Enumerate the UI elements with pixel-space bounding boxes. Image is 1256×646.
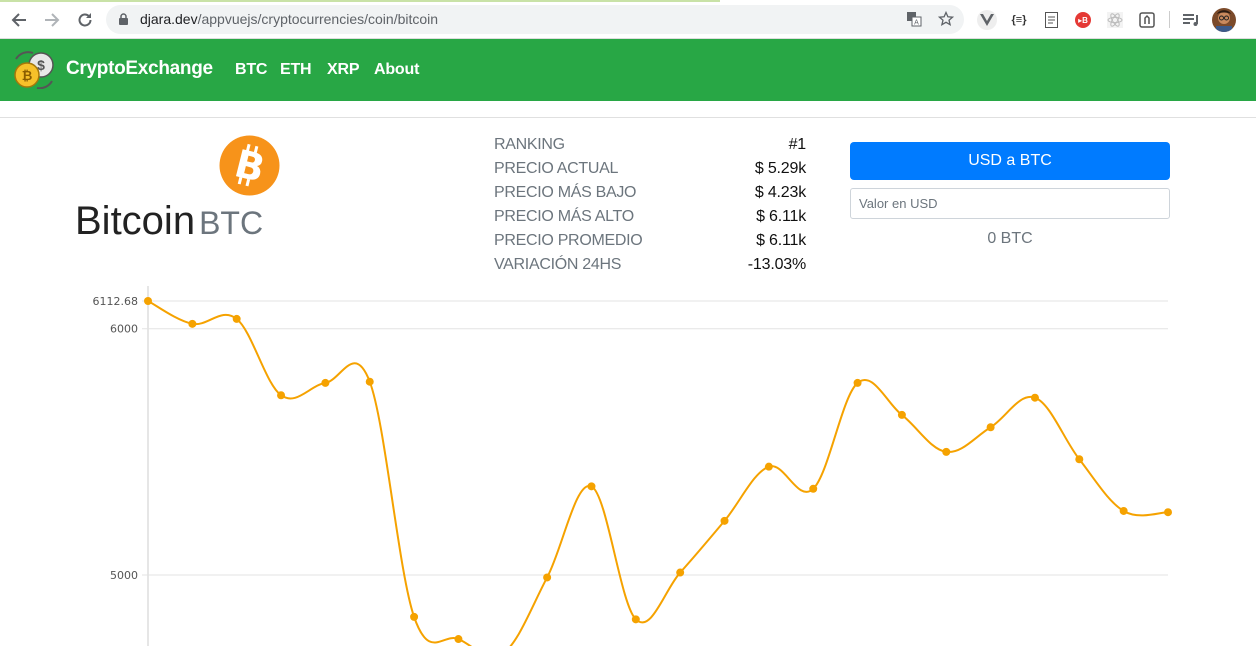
price-data-point[interactable] xyxy=(631,615,640,624)
price-data-point[interactable] xyxy=(1119,506,1128,515)
hbo-icon[interactable]: ▸B xyxy=(1073,10,1093,30)
stat-label: VARIACIÓN 24HS xyxy=(494,256,622,273)
stat-value: #1 xyxy=(788,136,807,153)
price-data-point[interactable] xyxy=(1075,455,1084,464)
y-tick-label: 5000 xyxy=(110,569,138,582)
document-icon[interactable] xyxy=(1041,10,1061,30)
price-data-point[interactable] xyxy=(897,410,906,419)
coin-stats-table: RANKING #1 PRECIO ACTUAL $ 5.29k PRECIO MÁ… xyxy=(494,136,806,280)
forward-icon[interactable] xyxy=(41,9,63,31)
price-series-line xyxy=(147,300,1169,646)
price-data-point[interactable] xyxy=(720,516,729,525)
address-bar[interactable]: djara.dev/appvuejs/cryptocurrencies/coin… xyxy=(106,5,964,34)
svg-text:▸B: ▸B xyxy=(1078,16,1088,25)
stat-label: PRECIO MÁS ALTO xyxy=(494,208,634,225)
stat-label: PRECIO PROMEDIO xyxy=(494,232,643,249)
url-domain: djara.dev xyxy=(140,11,198,27)
lighthouse-icon[interactable] xyxy=(1137,10,1157,30)
toolbar-separator xyxy=(1169,11,1170,28)
stat-label: PRECIO ACTUAL xyxy=(494,160,619,177)
stat-row: PRECIO MÁS BAJO $ 4.23k xyxy=(494,184,806,208)
bitcoin-icon: B xyxy=(219,135,280,196)
price-data-point[interactable] xyxy=(321,378,330,387)
price-data-point[interactable] xyxy=(986,423,995,432)
url-text: djara.dev/appvuejs/cryptocurrencies/coin… xyxy=(140,11,438,27)
price-data-point[interactable] xyxy=(764,462,773,471)
stat-row: PRECIO PROMEDIO $ 6.11k xyxy=(494,232,806,256)
price-data-point[interactable] xyxy=(676,568,685,577)
star-icon[interactable] xyxy=(938,11,954,27)
price-data-point[interactable] xyxy=(942,447,951,456)
y-tick-label: 6000 xyxy=(110,323,138,336)
conversion-result: 0 BTC xyxy=(987,230,1033,247)
vue-devtools-icon[interactable] xyxy=(977,10,997,30)
price-data-point[interactable] xyxy=(1030,393,1039,402)
coin-name: Bitcoin xyxy=(75,199,196,243)
playlist-icon[interactable] xyxy=(1181,10,1201,30)
react-icon[interactable] xyxy=(1105,10,1125,30)
price-data-point[interactable] xyxy=(277,391,286,400)
price-data-point[interactable] xyxy=(853,378,862,387)
coin-title: Bitcoin BTC xyxy=(75,199,263,244)
price-data-point[interactable] xyxy=(543,573,552,582)
browser-toolbar: djara.dev/appvuejs/cryptocurrencies/coin… xyxy=(0,0,1256,39)
coin-symbol: BTC xyxy=(199,205,264,241)
nav-link-about[interactable]: About xyxy=(374,61,419,79)
price-data-point[interactable] xyxy=(188,319,197,328)
brand-name[interactable]: CryptoExchange xyxy=(66,58,213,80)
header-divider xyxy=(0,117,1256,118)
stat-label: PRECIO MÁS BAJO xyxy=(494,184,637,201)
page-load-progress xyxy=(0,0,720,2)
stat-value: $ 6.11k xyxy=(756,232,806,249)
stat-row: RANKING #1 xyxy=(494,136,806,160)
nav-link-btc[interactable]: BTC xyxy=(235,61,267,79)
price-data-point[interactable] xyxy=(410,612,419,621)
price-data-point[interactable] xyxy=(144,297,152,305)
stat-row: PRECIO MÁS ALTO $ 6.11k xyxy=(494,208,806,232)
price-data-point[interactable] xyxy=(1164,508,1172,517)
price-data-point[interactable] xyxy=(232,314,241,323)
stat-value: $ 5.29k xyxy=(754,160,806,177)
back-icon[interactable] xyxy=(8,9,30,31)
stat-value: $ 6.11k xyxy=(756,208,806,225)
profile-avatar[interactable] xyxy=(1212,8,1236,32)
svg-text:A: A xyxy=(914,20,919,27)
stat-label: RANKING xyxy=(494,136,565,153)
translate-icon[interactable]: A xyxy=(906,11,922,27)
price-data-point[interactable] xyxy=(587,482,596,491)
app-navbar: $ ₿ CryptoExchange BTC ETH XRP About xyxy=(0,39,1256,101)
json-viewer-icon[interactable]: {≡} xyxy=(1009,10,1029,30)
nav-link-xrp[interactable]: XRP xyxy=(327,61,360,79)
price-history-chart: 6112.68 6000 5000 xyxy=(93,286,1172,646)
reload-icon[interactable] xyxy=(74,9,96,31)
nav-link-eth[interactable]: ETH xyxy=(280,61,312,79)
stat-value: $ 4.23k xyxy=(754,184,806,201)
crypto-exchange-logo-icon[interactable]: $ ₿ xyxy=(13,51,55,89)
usd-amount-input[interactable] xyxy=(850,188,1170,219)
stat-row: VARIACIÓN 24HS -13.03% xyxy=(494,256,806,280)
url-path: /appvuejs/cryptocurrencies/coin/bitcoin xyxy=(197,11,439,27)
price-data-point[interactable] xyxy=(365,377,374,386)
price-data-point[interactable] xyxy=(454,635,463,644)
y-tick-label: 6112.68 xyxy=(93,295,139,308)
convert-usd-to-btc-button[interactable]: USD a BTC xyxy=(850,142,1170,180)
svg-text:₿: ₿ xyxy=(22,68,33,83)
stat-row: PRECIO ACTUAL $ 5.29k xyxy=(494,160,806,184)
price-data-point[interactable] xyxy=(809,484,818,493)
stat-value: -13.03% xyxy=(747,256,806,273)
lock-icon xyxy=(119,13,128,25)
